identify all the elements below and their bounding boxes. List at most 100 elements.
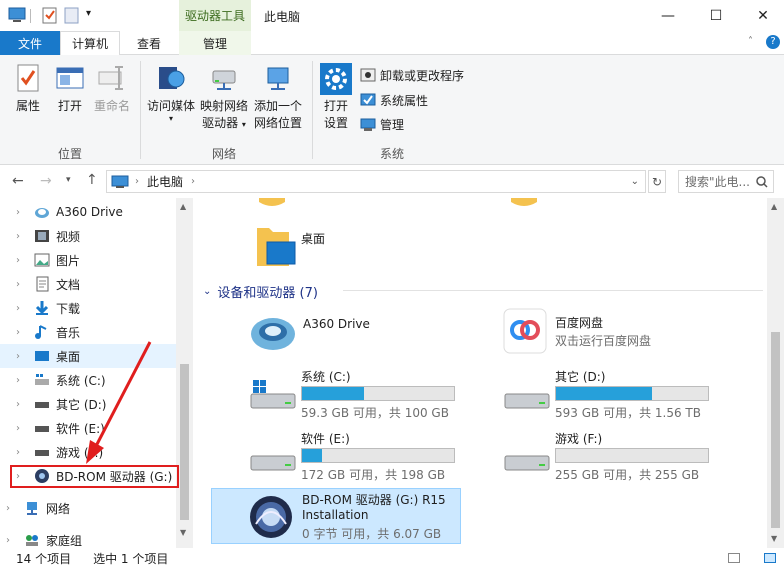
tab-manage[interactable]: 管理 [179,31,251,55]
nav-item-network[interactable]: › 网络 [0,496,176,520]
chevron-right-icon[interactable]: › [16,375,30,386]
nav-scrollbar[interactable]: ▲ ▼ [176,198,193,548]
drive-name: 软件 (E:) [301,432,350,446]
drive-info: 59.3 GB 可用，共 100 GB [301,406,449,420]
open-window-icon [56,67,84,89]
details-view-icon[interactable] [728,553,740,563]
bdrom-info: 0 字节 可用，共 6.07 GB [302,527,442,541]
map-network-drive-button[interactable]: 映射网络 驱动器 ▾ [198,63,250,131]
tab-computer[interactable]: 计算机 [60,31,120,56]
forward-arrow-icon[interactable]: → [40,173,52,189]
drive-usage-bar [301,448,455,463]
collapse-ribbon-icon[interactable]: ˄ [748,36,753,47]
chevron-right-icon[interactable]: › [16,279,30,290]
open-settings-label-1: 打开 [323,99,348,113]
chevron-right-icon[interactable]: › [16,399,30,410]
back-arrow-icon[interactable]: ← [12,173,24,189]
manage-button[interactable]: 管理 [360,113,404,135]
system-properties-button[interactable]: 系统属性 [360,89,428,111]
nav-label: A360 Drive [56,205,123,219]
tab-file[interactable]: 文件 [0,31,60,55]
baidu-netdisk-tile[interactable]: 百度网盘 双击运行百度网盘 [503,308,723,358]
scroll-up-icon[interactable]: ▲ [771,202,777,211]
properties-icon[interactable] [42,6,58,24]
drive-e-tile[interactable]: 软件 (E:) 172 GB 可用，共 198 GB [249,430,459,482]
address-row: ← → ▾ ↑ › 此电脑 › ⌄ ↻ 搜索"此电... [0,166,784,198]
drive-usage-bar [555,448,709,463]
nav-label: 家庭组 [46,533,83,548]
add-network-location-button[interactable]: 添加一个 网络位置 [252,63,304,131]
maximize-button[interactable]: ☐ [693,0,739,31]
chevron-right-icon[interactable]: › [16,231,30,242]
drive-name: 其它 (D:) [555,370,606,384]
open-button[interactable]: 打开 [54,63,86,114]
drive-f-tile[interactable]: 游戏 (F:) 255 GB 可用，共 255 GB [503,430,713,482]
chevron-right-icon[interactable]: › [16,351,30,362]
rename-button[interactable]: 重命名 [92,63,132,114]
drive-info: 255 GB 可用，共 255 GB [555,468,700,482]
a360-label: A360 Drive [303,317,370,331]
drive-name: 游戏 (F:) [555,432,603,446]
minimize-button[interactable]: — [645,0,691,31]
large-icons-view-icon[interactable] [764,553,776,563]
scroll-up-icon[interactable]: ▲ [180,202,186,211]
close-button[interactable]: ✕ [740,0,784,31]
music-icon [35,325,47,339]
chevron-right-icon[interactable]: › [6,535,20,546]
status-bar: 14 个项目 选中 1 个项目 [0,548,784,568]
open-settings-button[interactable]: 打开 设置 [318,63,354,131]
section-header[interactable]: ⌄ 设备和驱动器 (7) [203,282,763,301]
nav-item-pictures[interactable]: › 图片 [0,248,176,272]
drive-c-tile[interactable]: 系统 (C:) 59.3 GB 可用，共 100 GB [249,368,459,420]
chevron-right-icon[interactable]: › [16,303,30,314]
new-folder-icon[interactable] [64,6,80,24]
chevron-right-icon[interactable]: › [16,255,30,266]
uninstall-program-button[interactable]: 卸载或更改程序 [360,64,464,86]
chevron-right-icon[interactable]: › [16,423,30,434]
chevron-right-icon[interactable]: › [135,176,139,187]
desktop-tile[interactable]: 桌面 [255,222,405,272]
scroll-down-icon[interactable]: ▼ [180,528,186,537]
nav-item-downloads[interactable]: › 下载 [0,296,176,320]
drive-info: 593 GB 可用，共 1.56 TB [555,406,701,420]
chevron-right-icon[interactable]: › [191,176,195,187]
video-icon [35,230,49,242]
drive-usage-fill [556,387,652,400]
content-scrollbar[interactable]: ▲ ▼ [767,198,784,548]
nav-item-videos[interactable]: › 视频 [0,224,176,248]
properties-label: 属性 [15,99,40,113]
chevron-down-icon[interactable]: ⌄ [203,286,211,297]
customize-dropdown-icon[interactable]: ▾ [86,8,91,19]
search-input[interactable]: 搜索"此电... [678,170,774,193]
drive-d-tile[interactable]: 其它 (D:) 593 GB 可用，共 1.56 TB [503,368,713,420]
help-icon[interactable]: ? [766,35,780,49]
annotation-arrow-icon [86,341,152,464]
chevron-right-icon[interactable]: › [16,207,30,218]
breadcrumb-this-pc[interactable]: 此电脑 [147,173,183,190]
nav-item-a360[interactable]: › A360 Drive [0,200,176,224]
title-bar: ▾ 驱动器工具 此电脑 — ☐ ✕ [0,0,784,31]
search-placeholder: 搜索"此电... [685,175,750,189]
nav-item-documents[interactable]: › 文档 [0,272,176,296]
a360-drive-tile[interactable]: A360 Drive [249,310,449,354]
access-media-button[interactable]: 访问媒体 ▾ [146,63,196,123]
content-scroll-thumb[interactable] [771,332,780,528]
address-dropdown-icon[interactable]: ⌄ [631,176,639,187]
section-title: 设备和驱动器 (7) [217,286,318,301]
chevron-right-icon[interactable]: › [16,327,30,338]
computer-icon[interactable] [8,6,26,24]
refresh-icon[interactable]: ↻ [648,170,666,193]
chevron-right-icon[interactable]: › [16,447,30,458]
properties-icon [17,64,39,92]
address-bar[interactable]: › 此电脑 › ⌄ [106,170,646,193]
up-arrow-icon[interactable]: ↑ [86,172,98,188]
properties-button[interactable]: 属性 [10,63,46,114]
nav-scroll-thumb[interactable] [180,364,189,520]
bdrom-drive-tile[interactable]: BD-ROM 驱动器 (G:) R15 Installation 0 字节 可用… [211,488,461,544]
chevron-right-icon[interactable]: › [6,503,20,514]
network-location-icon [267,67,289,90]
system-drive-icon [35,374,49,385]
scroll-down-icon[interactable]: ▼ [771,534,777,543]
tab-view[interactable]: 查看 [120,31,178,55]
recent-locations-icon[interactable]: ▾ [66,175,71,185]
